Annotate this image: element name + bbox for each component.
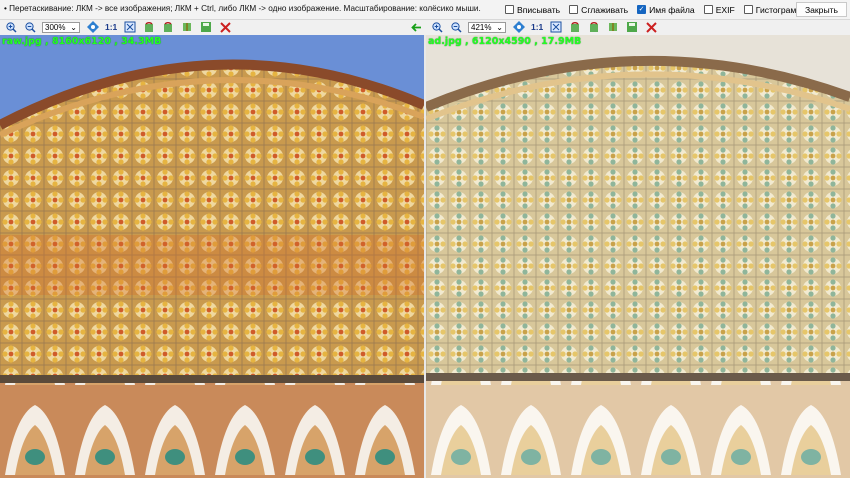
chevron-down-icon: ⌄ (496, 22, 503, 32)
zoom-value: 421% (471, 22, 492, 32)
fit-window-icon[interactable] (123, 20, 137, 34)
option-exif-label: EXIF (715, 4, 735, 15)
close-button[interactable]: Закрыть (796, 2, 847, 17)
right-image-panel[interactable]: ad.jpg , 6120x4590 , 17.9MB (426, 35, 850, 478)
save-icon[interactable] (199, 20, 213, 34)
zoom-in-icon[interactable] (430, 20, 444, 34)
zoom-select[interactable]: 421% ⌄ (468, 21, 506, 33)
zoom-out-icon[interactable] (23, 20, 37, 34)
options-group: Вписывать Сглаживать ✓ Имя файла EXIF Гис… (505, 2, 842, 17)
checkbox-filename[interactable]: ✓ (637, 5, 647, 14)
left-toolbar: 300% ⌄ 1:1 (4, 20, 237, 34)
right-toolbar: 421% ⌄ 1:1 (430, 20, 663, 34)
save-icon[interactable] (625, 20, 639, 34)
top-options-bar: • Перетаскивание: ЛКМ -> все изображения… (0, 0, 850, 20)
actual-size-button[interactable]: 1:1 (105, 22, 117, 32)
option-fit[interactable]: Вписывать (505, 5, 560, 15)
rotate-left-icon[interactable] (142, 20, 156, 34)
usage-hint: • Перетаскивание: ЛКМ -> все изображения… (4, 4, 481, 13)
delete-icon[interactable] (218, 20, 232, 34)
zoom-in-icon[interactable] (4, 20, 18, 34)
actual-size-button[interactable]: 1:1 (531, 22, 543, 32)
option-fit-label: Вписывать (517, 4, 561, 15)
checkbox-histogram[interactable] (743, 5, 753, 14)
left-file-info: raw.jpg , 8160x6120 , 34.3MB (2, 36, 162, 47)
option-filename[interactable]: ✓ Имя файла (637, 5, 695, 15)
right-tile-wall-image (426, 35, 850, 478)
flip-icon[interactable] (606, 20, 620, 34)
fit-icon[interactable] (86, 20, 100, 34)
green-back-arrow-icon[interactable] (409, 20, 423, 34)
option-filename-label: Имя файла (649, 4, 695, 15)
delete-icon[interactable] (644, 20, 658, 34)
rotate-right-icon[interactable] (587, 20, 601, 34)
zoom-select[interactable]: 300% ⌄ (42, 21, 80, 33)
flip-icon[interactable] (180, 20, 194, 34)
chevron-down-icon: ⌄ (70, 22, 77, 32)
option-exif[interactable]: EXIF (703, 4, 735, 15)
checkbox-fit[interactable] (505, 5, 514, 14)
left-image-panel[interactable]: raw.jpg , 8160x6120 , 34.3MB (0, 35, 424, 478)
option-smooth[interactable]: Сглаживать (569, 5, 628, 15)
zoom-value: 300% (45, 22, 66, 32)
right-file-info: ad.jpg , 6120x4590 , 17.9MB (428, 36, 582, 47)
left-tile-wall-image (0, 35, 424, 478)
fit-icon[interactable] (512, 20, 526, 34)
checkbox-smooth[interactable] (569, 5, 579, 14)
rotate-right-icon[interactable] (161, 20, 175, 34)
rotate-left-icon[interactable] (568, 20, 582, 34)
fit-window-icon[interactable] (549, 20, 563, 34)
option-smooth-label: Сглаживать (581, 4, 629, 15)
checkbox-exif[interactable] (703, 5, 713, 14)
zoom-out-icon[interactable] (449, 20, 463, 34)
